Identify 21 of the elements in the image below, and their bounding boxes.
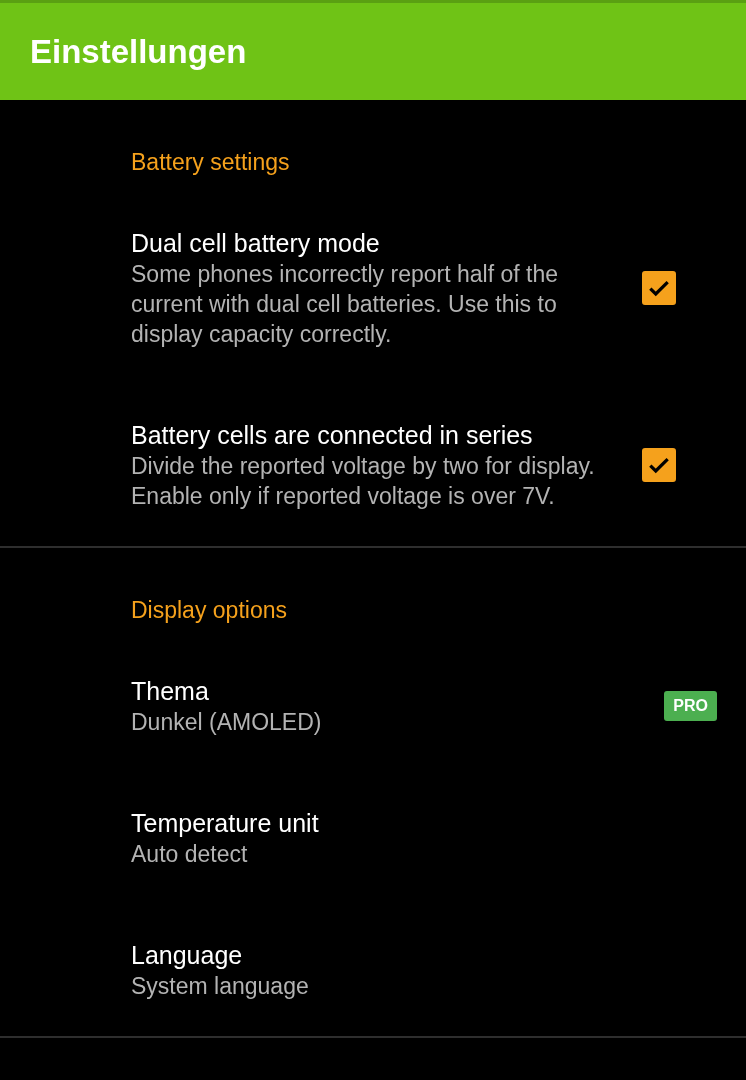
preference-title: Temperature unit <box>131 808 320 839</box>
section-header: Display options <box>130 596 288 625</box>
preference-title: Language <box>131 940 244 971</box>
preference-summary: System language <box>131 972 310 1001</box>
preference-item[interactable]: Temperature unit Auto detect <box>0 772 746 904</box>
section-header: Battery settings <box>130 148 291 177</box>
preference-summary: Divide the reported voltage by two for display. Enable only if reported voltage is over 7V. <box>131 452 596 511</box>
preference-summary: Some phones incorrectly report half of the current with dual cell batteries. Use this to display capacity correctly. <box>131 260 559 349</box>
preference-title: Battery cells are connected in series <box>131 420 534 451</box>
preference-title: Dual cell battery mode <box>131 228 381 259</box>
preference-item[interactable]: Language System language <box>0 904 746 1036</box>
preference-item[interactable]: Battery cells are connected in series Divide the reported voltage by two for display. Enable only if reported voltage is over 7V. <box>0 384 746 546</box>
preference-title: Thema <box>131 676 210 707</box>
screen-title: Einstellungen <box>30 32 247 71</box>
preference-summary: Auto detect <box>131 840 249 869</box>
checkbox[interactable] <box>642 448 676 482</box>
preference-summary: Dunkel (AMOLED) <box>131 708 323 737</box>
pro-badge: PRO <box>664 691 717 721</box>
preference-item[interactable]: Thema Dunkel (AMOLED) PRO <box>0 640 746 772</box>
checkbox[interactable] <box>642 271 676 305</box>
preference-item[interactable]: Dual cell battery mode Some phones incorrectly report half of the current with dual cell batteries. Use this to display capacity correctly. <box>0 192 746 384</box>
